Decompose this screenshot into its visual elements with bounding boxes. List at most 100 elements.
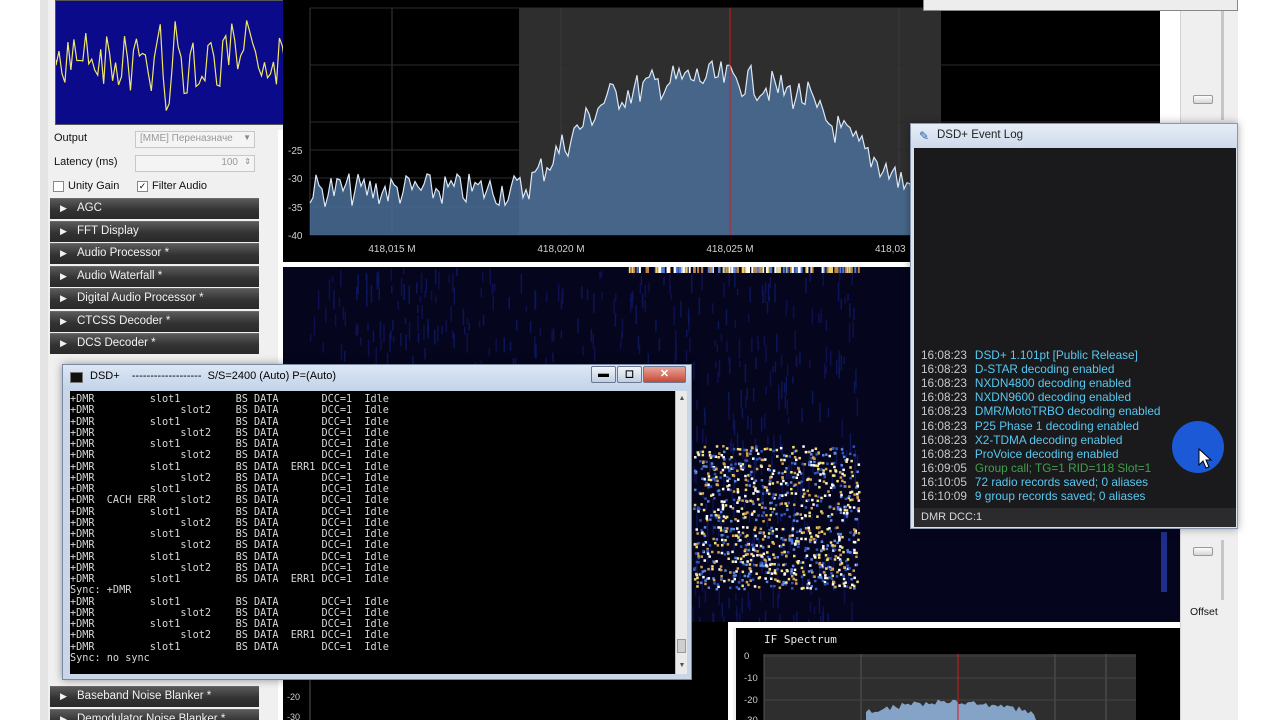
y-tick-label: -25 (288, 146, 303, 157)
event-message: NXDN9600 decoding enabled (974, 390, 1132, 405)
section-header[interactable]: ▶ Digital Audio Processor * (50, 288, 259, 309)
filter-audio-checkbox[interactable]: ✓ (137, 181, 148, 192)
waterfall-signal (769, 267, 772, 273)
section-header[interactable]: ▶ Audio Waterfall * (50, 265, 259, 287)
event-message: NXDN4800 decoding enabled (974, 376, 1132, 391)
console-title-status: ------------------- S/S=2400 (Auto) P=(A… (131, 370, 337, 382)
console-line: +DMR slot1 BS DATA DCC=1 Idle (70, 439, 389, 450)
waterfall-signal (682, 267, 685, 273)
console-line: +DMR slot2 BS DATA ERR1 DCC=1 Idle (70, 630, 389, 642)
event-message: P25 Phase 1 decoding enabled (974, 418, 1139, 433)
waterfall-signal (688, 267, 691, 273)
event-message: DMR/MotoTRBO decoding enabled (974, 404, 1161, 419)
waterfall-signal (834, 267, 837, 273)
waterfall-signal (710, 267, 712, 273)
console-line: +DMR slot2 BS DATA DCC=1 Idle (70, 607, 389, 619)
console-line: +DMR slot2 BS DATA DCC=1 Idle (70, 562, 389, 574)
zoom-slider-track[interactable] (1221, 10, 1224, 120)
section-header[interactable]: ▶ CTCSS Decoder * (50, 310, 259, 332)
waterfall-signal (760, 267, 763, 273)
console-line: +DMR slot1 BS DATA ERR1 DCC=1 Idle (70, 461, 389, 473)
output-device-select[interactable]: [MME] Переназначе ▼ (135, 131, 255, 148)
section-header[interactable]: ▶ DCS Decoder * (50, 333, 259, 354)
event-time: 16:08:23 (921, 432, 967, 447)
console-line: Sync: no sync (70, 652, 150, 664)
waterfall-signal (800, 267, 803, 273)
console-output[interactable]: +DMR slot1 BS DATA DCC=1 Idle +DMR slot2 … (70, 391, 675, 674)
event-log-titlebar[interactable]: ✎ DSD+ Event Log (911, 124, 1237, 148)
event-log-entry: 16:09:05 Group call; TG=1 RID=118 Slot=1 (921, 461, 1151, 475)
x-tick-label: 418,020 M (537, 244, 584, 255)
offset-slider-track[interactable] (1221, 540, 1224, 600)
event-message: X2-TDMA decoding enabled (974, 432, 1123, 447)
waterfall-signal (829, 267, 831, 273)
console-line: +DMR CACH ERR slot2 BS DATA DCC=1 Idle (70, 495, 389, 507)
waterfall-signal (786, 267, 789, 273)
waterfall-signal (675, 267, 678, 273)
waterfall-signal (811, 267, 814, 273)
console-scrollbar[interactable]: ▲ ▼ (675, 391, 687, 674)
window-frame-top (923, 0, 1238, 11)
waterfall-signal (661, 267, 664, 273)
event-time: 16:08:23 (921, 404, 967, 419)
section-label: CTCSS Decoder * (77, 314, 171, 327)
expand-arrow-icon: ▶ (60, 248, 67, 258)
scroll-down-icon[interactable]: ▼ (677, 660, 687, 672)
waterfall-signal (798, 267, 800, 273)
waterfall-signal (693, 267, 696, 273)
event-message: DSD+ 1.101pt [Public Release] (974, 348, 1138, 362)
maximize-icon: ◻ (624, 368, 635, 380)
latency-value: 100 (221, 157, 238, 168)
if-y-tick-label: -20 (744, 695, 758, 706)
mouse-cursor-icon (1198, 448, 1213, 469)
console-line: +DMR slot1 BS DATA DCC=1 Idle (70, 529, 389, 540)
section-header[interactable]: ▶ FFT Display (50, 220, 259, 242)
event-log-entry: 16:08:23 DSD+ 1.101pt [Public Release] (921, 348, 1138, 362)
waterfall-signal (734, 267, 737, 273)
waterfall-edge-signal (1161, 532, 1167, 592)
minimize-button[interactable]: ▬ (591, 366, 616, 383)
console-title: DSD+ ------------------- S/S=2400 (Auto)… (90, 370, 336, 382)
section-label: AGC (77, 202, 102, 214)
section-header[interactable]: ▶ Demodulator Noise Blanker * (50, 708, 259, 720)
event-time: 16:10:05 (921, 474, 967, 489)
event-log-app-icon: ✎ (919, 129, 930, 143)
expand-arrow-icon: ▶ (60, 691, 67, 701)
section-label: DCS Decoder * (77, 337, 156, 349)
section-header[interactable]: ▶ Baseband Noise Blanker * (50, 686, 259, 707)
expand-arrow-icon: ▶ (60, 315, 67, 326)
if-y-tick-label: 0 (744, 651, 749, 662)
dsd-console-window[interactable]: DSD+ ------------------- S/S=2400 (Auto)… (62, 364, 692, 680)
unity-gain-checkbox[interactable] (53, 181, 64, 192)
section-header[interactable]: ▶ AGC (50, 198, 259, 219)
event-time: 16:08:23 (921, 348, 967, 362)
maximize-button[interactable]: ◻ (617, 366, 642, 383)
x-tick-label: 418,015 M (368, 244, 415, 255)
event-time: 16:08:23 (921, 390, 967, 405)
latency-input[interactable]: 100 ⇕ (135, 155, 255, 172)
event-time: 16:09:05 (921, 460, 967, 475)
console-titlebar[interactable]: DSD+ ------------------- S/S=2400 (Auto)… (63, 365, 691, 390)
waterfall-signal (779, 267, 782, 273)
event-log-entry: 16:10:09 9 group records saved; 0 aliases (921, 489, 1145, 503)
expand-arrow-icon: ▶ (60, 225, 67, 236)
close-button[interactable]: ✕ (643, 366, 686, 383)
section-header[interactable]: ▶ Audio Processor * (50, 243, 259, 264)
screen-edge-left (0, 0, 40, 720)
unity-gain-label: Unity Gain (68, 180, 120, 192)
expand-arrow-icon: ▶ (60, 713, 67, 720)
event-log-entry: 16:10:05 72 radio records saved; 0 aliase… (921, 475, 1148, 489)
close-icon: ✕ (659, 368, 670, 380)
offset-slider-thumb[interactable] (1193, 547, 1213, 556)
scroll-up-icon[interactable]: ▲ (677, 393, 687, 405)
event-log-entry: 16:08:23 P25 Phase 1 decoding enabled (921, 419, 1139, 433)
event-log-entry: 16:08:23 DMR/MotoTRBO decoding enabled (921, 404, 1161, 418)
if-spectrum-panel: IF Spectrum 0 -10 -20 -30 (733, 628, 1180, 720)
zoom-slider-thumb[interactable] (1193, 95, 1213, 104)
waterfall-signal (776, 267, 779, 273)
minimize-icon: ▬ (598, 368, 609, 380)
waterfall-signal (844, 267, 847, 273)
scroll-thumb[interactable] (677, 639, 686, 653)
x-tick-label: 418,03 (875, 244, 906, 255)
section-label: Demodulator Noise Blanker * (77, 712, 226, 720)
